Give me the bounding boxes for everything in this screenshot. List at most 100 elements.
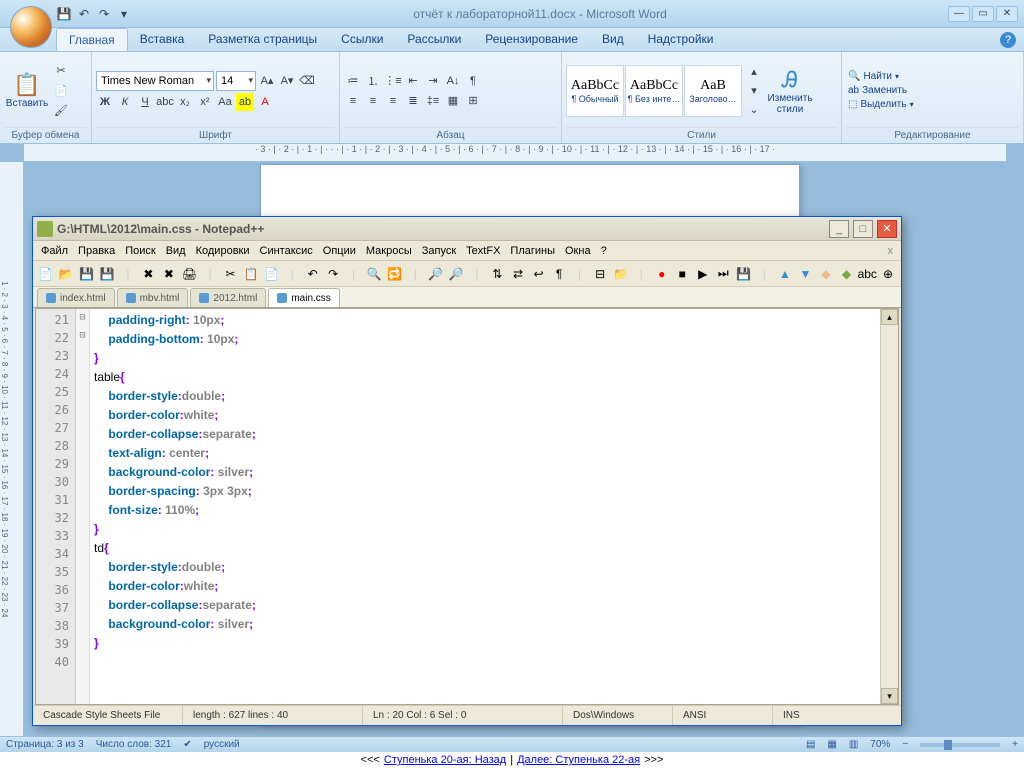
view-read-icon[interactable]: ▦: [827, 739, 836, 750]
styles-gallery[interactable]: AaBbCc¶ ОбычныйAaBbCc¶ Без инте…AaBЗагол…: [566, 65, 742, 117]
ruler-horizontal[interactable]: · 3 · | · 2 · | · 1 · | · · · | · 1 · | …: [24, 144, 1006, 162]
paste-icon[interactable]: 📄: [263, 265, 281, 283]
npp-close-button[interactable]: ✕: [877, 220, 897, 238]
npp-tab-2[interactable]: 2012.html: [190, 288, 266, 307]
borders-button[interactable]: ⊞: [464, 92, 482, 110]
style-item-1[interactable]: AaBbCc¶ Без инте…: [625, 65, 683, 117]
help-icon[interactable]: ?: [1000, 32, 1016, 48]
shading-button[interactable]: ▦: [444, 92, 462, 110]
close-file-icon[interactable]: ✖: [140, 265, 158, 283]
save-file-icon[interactable]: 💾: [78, 265, 96, 283]
notepadpp-editor[interactable]: 21 22 23 24 25 26 27 28 29 30 31 32 33 3…: [35, 308, 899, 705]
copy-icon[interactable]: 📋: [242, 265, 260, 283]
shrink-font-icon[interactable]: A▾: [278, 72, 296, 90]
scroll-up-icon[interactable]: ▴: [881, 309, 898, 325]
tool1-icon[interactable]: ▲: [776, 265, 794, 283]
font-size-combo[interactable]: 14: [216, 71, 256, 91]
qat-dropdown-icon[interactable]: ▾: [116, 6, 132, 22]
npp-menu-8[interactable]: Запуск: [422, 245, 456, 257]
npp-maximize-button[interactable]: □: [853, 220, 873, 238]
ribbon-tab-0[interactable]: Главная: [56, 28, 128, 51]
highlight-button[interactable]: ab: [236, 93, 254, 111]
npp-menu-10[interactable]: Плагины: [510, 245, 555, 257]
sort-button[interactable]: A↓: [444, 72, 462, 90]
fold-gutter[interactable]: ⊟ ⊟: [76, 309, 90, 704]
align-right-button[interactable]: ≡: [384, 92, 402, 110]
npp-menu-0[interactable]: Файл: [41, 245, 68, 257]
grow-font-icon[interactable]: A▴: [258, 72, 276, 90]
style-item-0[interactable]: AaBbCc¶ Обычный: [566, 65, 624, 117]
office-button[interactable]: [10, 6, 52, 48]
show-all-icon[interactable]: ¶: [550, 265, 568, 283]
cut-icon[interactable]: ✂: [222, 265, 240, 283]
select-button[interactable]: ⬚Выделить▾: [846, 98, 916, 111]
notepadpp-titlebar[interactable]: G:\HTML\2012\main.css - Notepad++ _ □ ✕: [33, 217, 901, 241]
open-file-icon[interactable]: 📂: [58, 265, 76, 283]
ruler-vertical[interactable]: 1 · 2 · 3 · 4 · 5 · 6 · 7 · 8 · 9 · 10 ·…: [0, 162, 24, 736]
record-macro-icon[interactable]: ●: [653, 265, 671, 283]
next-link[interactable]: Далее: Ступенька 22-ая: [517, 754, 640, 766]
zoom-slider[interactable]: [920, 743, 1000, 747]
save-icon[interactable]: 💾: [56, 6, 72, 22]
folder-icon[interactable]: 📁: [612, 265, 630, 283]
tool4-icon[interactable]: ◆: [838, 265, 856, 283]
zoom-in-button[interactable]: +: [1012, 739, 1018, 750]
npp-menu-7[interactable]: Макросы: [366, 245, 412, 257]
wrap-icon[interactable]: ↩: [530, 265, 548, 283]
scroll-down-icon[interactable]: ▾: [881, 688, 898, 704]
save-all-icon[interactable]: 💾: [99, 265, 117, 283]
subscript-button[interactable]: x₂: [176, 93, 194, 111]
undo-icon[interactable]: ↶: [76, 6, 92, 22]
tool2-icon[interactable]: ▼: [797, 265, 815, 283]
underline-button[interactable]: Ч: [136, 93, 154, 111]
show-marks-button[interactable]: ¶: [464, 72, 482, 90]
zoom-out-icon[interactable]: 🔎: [448, 265, 466, 283]
superscript-button[interactable]: x²: [196, 93, 214, 111]
multilevel-button[interactable]: ⋮≡: [384, 72, 402, 90]
code-area[interactable]: padding-right: 10px; padding-bottom: 10p…: [90, 309, 880, 704]
status-lang[interactable]: русский: [204, 739, 240, 750]
undo-icon[interactable]: ↶: [304, 265, 322, 283]
cut-icon[interactable]: ✂: [52, 62, 70, 80]
indent-guide-icon[interactable]: ⊟: [591, 265, 609, 283]
bold-button[interactable]: Ж: [96, 93, 114, 111]
find-icon[interactable]: 🔍: [366, 265, 384, 283]
npp-menu-5[interactable]: Синтаксис: [260, 245, 313, 257]
replace-icon[interactable]: 🔁: [386, 265, 404, 283]
sync-h-icon[interactable]: ⇄: [509, 265, 527, 283]
play-macro-icon[interactable]: ▶: [694, 265, 712, 283]
tool3-icon[interactable]: ◆: [817, 265, 835, 283]
status-proof-icon[interactable]: ✔: [183, 739, 191, 750]
stop-macro-icon[interactable]: ■: [673, 265, 691, 283]
font-name-combo[interactable]: Times New Roman: [96, 71, 214, 91]
new-file-icon[interactable]: 📄: [37, 265, 55, 283]
npp-tab-1[interactable]: mbv.html: [117, 288, 189, 307]
replace-button[interactable]: abЗаменить: [846, 84, 916, 97]
print-icon[interactable]: 🖨: [181, 265, 199, 283]
ribbon-tab-6[interactable]: Вид: [590, 28, 636, 51]
npp-menu-11[interactable]: Окна: [565, 245, 591, 257]
status-page[interactable]: Страница: 3 из 3: [6, 739, 84, 750]
change-styles-button[interactable]: Ꭿ Изменить стили: [761, 58, 819, 124]
font-color-button[interactable]: A: [256, 93, 274, 111]
npp-menu-3[interactable]: Вид: [166, 245, 186, 257]
npp-menu-9[interactable]: TextFX: [466, 245, 500, 257]
zoom-in-icon[interactable]: 🔎: [427, 265, 445, 283]
view-print-icon[interactable]: ▤: [806, 739, 815, 750]
strike-button[interactable]: abc: [156, 93, 174, 111]
save-macro-icon[interactable]: 💾: [735, 265, 753, 283]
redo-icon[interactable]: ↷: [324, 265, 342, 283]
indent-left-button[interactable]: ⇤: [404, 72, 422, 90]
find-button[interactable]: 🔍Найти▾: [846, 70, 916, 83]
style-item-2[interactable]: AaBЗаголово…: [684, 65, 742, 117]
npp-menu-4[interactable]: Кодировки: [196, 245, 250, 257]
npp-menu-x[interactable]: x: [888, 245, 894, 257]
status-zoom[interactable]: 70%: [870, 739, 890, 750]
scrollbar-vertical[interactable]: ▴ ▾: [880, 309, 898, 704]
change-case-button[interactable]: Aa: [216, 93, 234, 111]
ribbon-tab-5[interactable]: Рецензирование: [473, 28, 590, 51]
italic-button[interactable]: К: [116, 93, 134, 111]
npp-menu-6[interactable]: Опции: [323, 245, 356, 257]
close-button[interactable]: ✕: [996, 6, 1018, 22]
npp-menu-12[interactable]: ?: [601, 245, 607, 257]
